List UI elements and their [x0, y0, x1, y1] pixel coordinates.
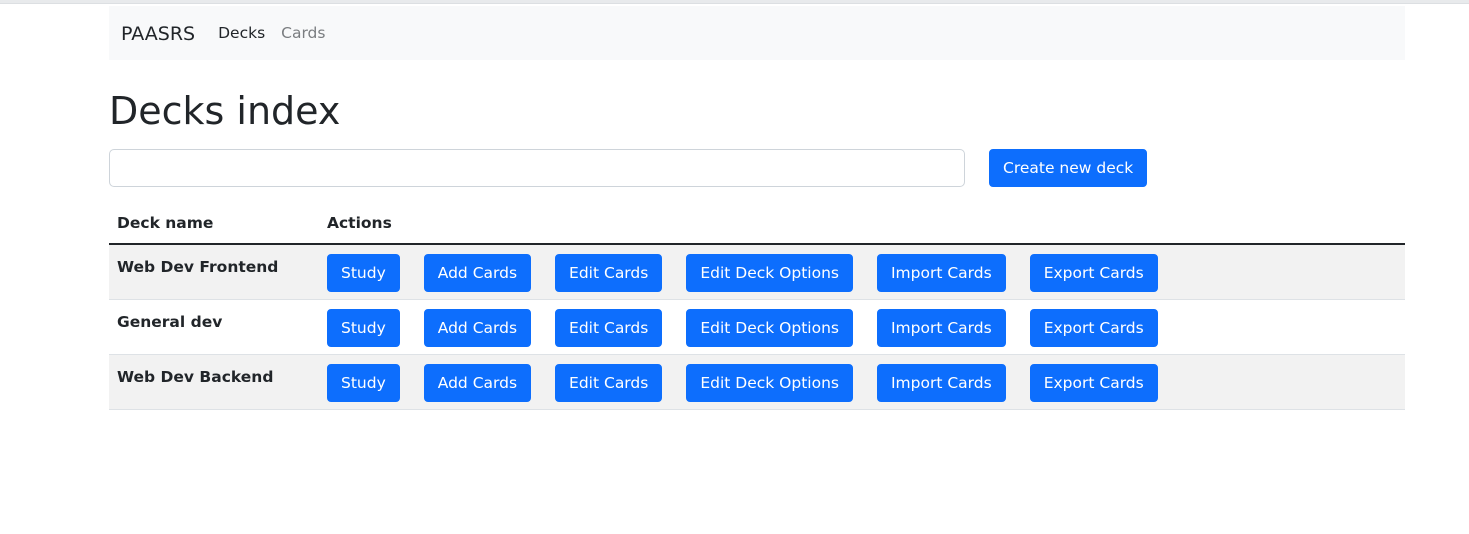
edit-cards-button[interactable]: Edit Cards: [555, 363, 663, 402]
edit-deck-options-button[interactable]: Edit Deck Options: [686, 363, 853, 402]
column-header-deck-name: Deck name: [109, 203, 319, 245]
page-container: PAASRS Decks Cards Decks index Create ne…: [109, 6, 1405, 410]
create-deck-button[interactable]: Create new deck: [989, 149, 1148, 187]
study-button[interactable]: Study: [327, 254, 400, 292]
nav-link-decks[interactable]: Decks: [218, 24, 265, 42]
edit-deck-options-button[interactable]: Edit Deck Options: [686, 254, 853, 292]
decks-table: Deck name Actions Web Dev Frontend Study…: [109, 203, 1405, 410]
edit-cards-button[interactable]: Edit Cards: [555, 308, 663, 347]
table-header-row: Deck name Actions: [109, 203, 1405, 245]
import-cards-button[interactable]: Import Cards: [876, 363, 1006, 402]
export-cards-button[interactable]: Export Cards: [1029, 254, 1158, 292]
actions-cell: Study Add Cards Edit Cards Edit Deck Opt…: [319, 354, 1405, 410]
add-cards-button[interactable]: Add Cards: [423, 308, 532, 347]
column-header-actions: Actions: [319, 203, 1405, 245]
edit-cards-button[interactable]: Edit Cards: [555, 254, 663, 292]
search-input[interactable]: [109, 149, 965, 187]
deck-actions: Study Add Cards Edit Cards Edit Deck Opt…: [327, 363, 1397, 402]
deck-name-cell: Web Dev Backend: [109, 354, 319, 410]
import-cards-button[interactable]: Import Cards: [876, 254, 1006, 292]
deck-name-cell: General dev: [109, 299, 319, 355]
deck-actions: Study Add Cards Edit Cards Edit Deck Opt…: [327, 254, 1397, 292]
deck-actions: Study Add Cards Edit Cards Edit Deck Opt…: [327, 308, 1397, 347]
table-row: Web Dev Frontend Study Add Cards Edit Ca…: [109, 244, 1405, 300]
navbar: PAASRS Decks Cards: [109, 6, 1405, 60]
actions-cell: Study Add Cards Edit Cards Edit Deck Opt…: [319, 244, 1405, 300]
add-cards-button[interactable]: Add Cards: [423, 254, 532, 292]
export-cards-button[interactable]: Export Cards: [1029, 363, 1158, 402]
actions-cell: Study Add Cards Edit Cards Edit Deck Opt…: [319, 299, 1405, 355]
export-cards-button[interactable]: Export Cards: [1029, 308, 1158, 347]
import-cards-button[interactable]: Import Cards: [876, 308, 1006, 347]
deck-name-cell: Web Dev Frontend: [109, 244, 319, 300]
study-button[interactable]: Study: [327, 308, 400, 347]
table-row: Web Dev Backend Study Add Cards Edit Car…: [109, 354, 1405, 410]
add-cards-button[interactable]: Add Cards: [423, 363, 532, 402]
table-row: General dev Study Add Cards Edit Cards E…: [109, 299, 1405, 355]
study-button[interactable]: Study: [327, 363, 400, 402]
page-title: Decks index: [109, 89, 341, 133]
browser-top-border: [0, 0, 1469, 4]
navbar-brand[interactable]: PAASRS: [121, 23, 195, 45]
nav-link-cards[interactable]: Cards: [281, 24, 325, 42]
edit-deck-options-button[interactable]: Edit Deck Options: [686, 308, 853, 347]
